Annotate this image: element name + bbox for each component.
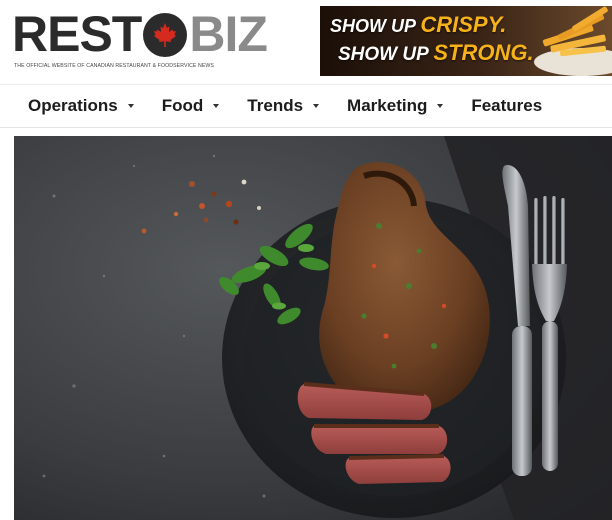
steak-on-plate-image: [14, 136, 612, 520]
ad-headline-2: SHOW UP STRONG.: [338, 40, 534, 65]
maple-leaf-icon: [143, 13, 188, 57]
banner-ad[interactable]: SHOW UP CRISPY. SHOW UP STRONG.: [320, 6, 612, 76]
chevron-down-icon: [313, 104, 320, 108]
logo-text-biz: BIZ: [189, 6, 268, 62]
ad-headline-1: SHOW UP CRISPY.: [330, 12, 507, 37]
site-header: REST BIZ THE OFFICIAL WEBSITE OF CANADIA…: [0, 0, 612, 84]
nav-item-food[interactable]: Food: [148, 85, 234, 127]
chevron-down-icon: [127, 104, 134, 108]
restobiz-logo[interactable]: REST BIZ THE OFFICIAL WEBSITE OF CANADIA…: [12, 8, 302, 72]
nav-item-operations[interactable]: Operations: [0, 85, 148, 127]
logo-tagline: THE OFFICIAL WEBSITE OF CANADIAN RESTAUR…: [14, 63, 214, 69]
nav-label: Marketing: [347, 96, 428, 115]
nav-label: Trends: [247, 96, 304, 115]
nav-label: Features: [471, 96, 543, 115]
logo-wordmark: REST BIZ: [12, 6, 268, 62]
nav-item-trends[interactable]: Trends: [233, 85, 333, 127]
hero-image[interactable]: [14, 136, 612, 520]
chevron-down-icon: [213, 104, 220, 108]
chevron-down-icon: [437, 104, 444, 108]
nav-item-marketing[interactable]: Marketing: [333, 85, 457, 127]
nav-label: Operations: [28, 96, 118, 115]
main-nav: Operations Food Trends Marketing Feature…: [0, 84, 612, 128]
nav-item-features[interactable]: Features: [457, 85, 556, 127]
logo-text-resto: REST: [12, 6, 142, 62]
nav-label: Food: [161, 96, 204, 115]
